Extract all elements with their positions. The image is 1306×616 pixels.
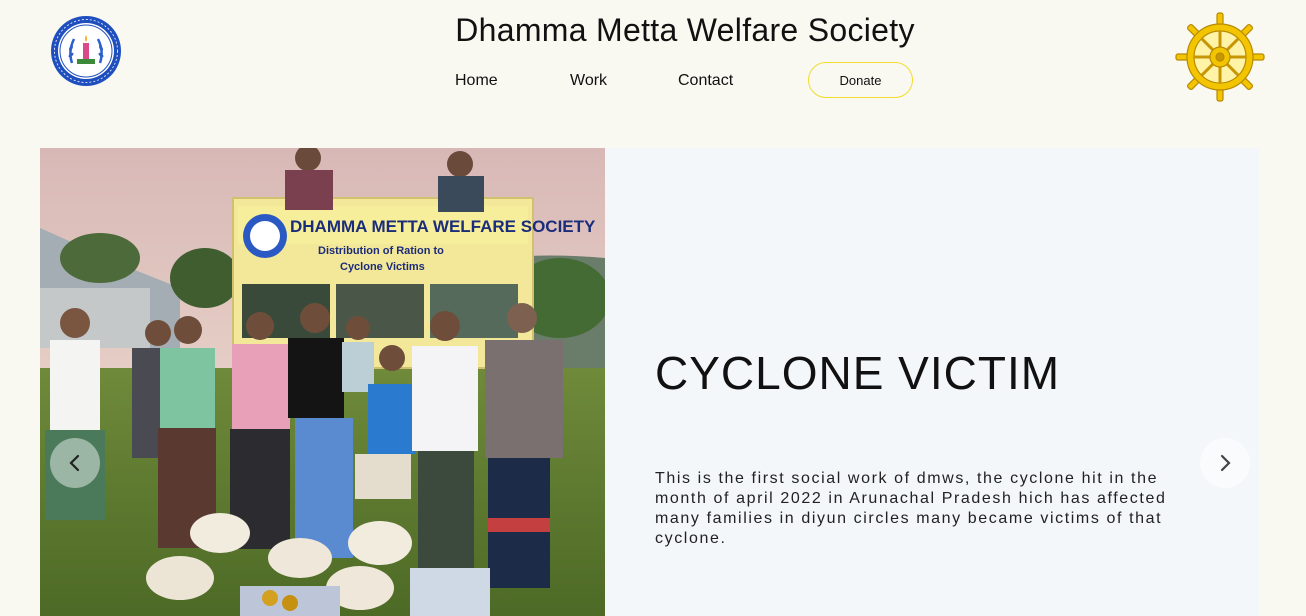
site-title: Dhamma Metta Welfare Society [455, 12, 915, 48]
donate-button[interactable]: Donate [808, 62, 913, 98]
slide-title: CYCLONE VICTIM [655, 347, 1061, 399]
chevron-right-icon [1220, 454, 1231, 472]
banner-subtitle-1-text: Distribution of Ration to [318, 245, 444, 257]
site-header: Dhamma Metta Welfare Society Home Work C… [0, 0, 1306, 120]
dharma-wheel-icon[interactable] [1175, 12, 1265, 102]
slide-text-panel: CYCLONE VICTIM This is the first social … [605, 148, 1259, 616]
main-nav: Home Work Contact Donate [0, 62, 1306, 100]
slide-description: This is the first social work of dmws, t… [655, 470, 1167, 547]
chevron-left-icon [69, 454, 80, 472]
hero-slider: DHAMMA METTA WELFARE SOCIETY Distributio… [40, 148, 1259, 616]
slider-prev-button[interactable] [50, 438, 100, 488]
nav-contact-link[interactable]: Contact [678, 72, 733, 90]
nav-work-link[interactable]: Work [570, 72, 607, 90]
slide-photo: DHAMMA METTA WELFARE SOCIETY Distributio… [40, 148, 605, 616]
banner-subtitle-2-text: Cyclone Victims [340, 261, 425, 273]
nav-home-link[interactable]: Home [455, 72, 498, 90]
banner-title-text: DHAMMA METTA WELFARE SOCIETY [290, 217, 596, 236]
slider-next-button[interactable] [1200, 438, 1250, 488]
